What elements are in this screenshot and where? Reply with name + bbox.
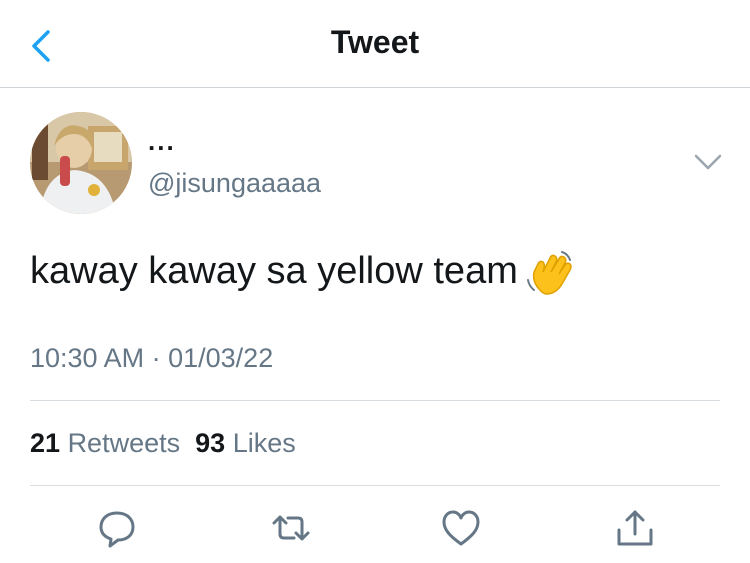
time-separator: · [151,343,161,373]
user-handle[interactable]: @jisungaaaaa [148,168,321,199]
engagement-stats: 21 Retweets 93 Likes [30,428,296,459]
retweets-count[interactable]: 21 [30,428,60,458]
display-name[interactable]: ... [148,128,176,154]
avatar[interactable] [30,112,132,214]
waving-hand-icon [526,251,572,295]
time-text: 10:30 AM [30,343,145,373]
share-icon[interactable] [614,508,656,548]
reply-icon[interactable] [96,508,138,548]
likes-label[interactable]: Likes [233,428,296,458]
divider [30,485,720,486]
page-title: Tweet [330,24,420,60]
like-heart-icon[interactable] [440,508,482,548]
tweet-text: kaway kaway sa yellow team [30,250,576,296]
divider [30,400,720,401]
date-text: 01/03/22 [168,343,274,373]
top-bar: Tweet [0,0,750,88]
tweet-text-content: kaway kaway sa yellow team [30,250,518,293]
retweets-label[interactable]: Retweets [68,428,181,458]
retweet-icon[interactable] [270,508,312,548]
timestamp: 10:30 AM · 01/03/22 [30,343,273,374]
avatar-photo [30,112,132,214]
likes-count[interactable]: 93 [195,428,225,458]
chevron-down-icon[interactable] [692,150,724,174]
